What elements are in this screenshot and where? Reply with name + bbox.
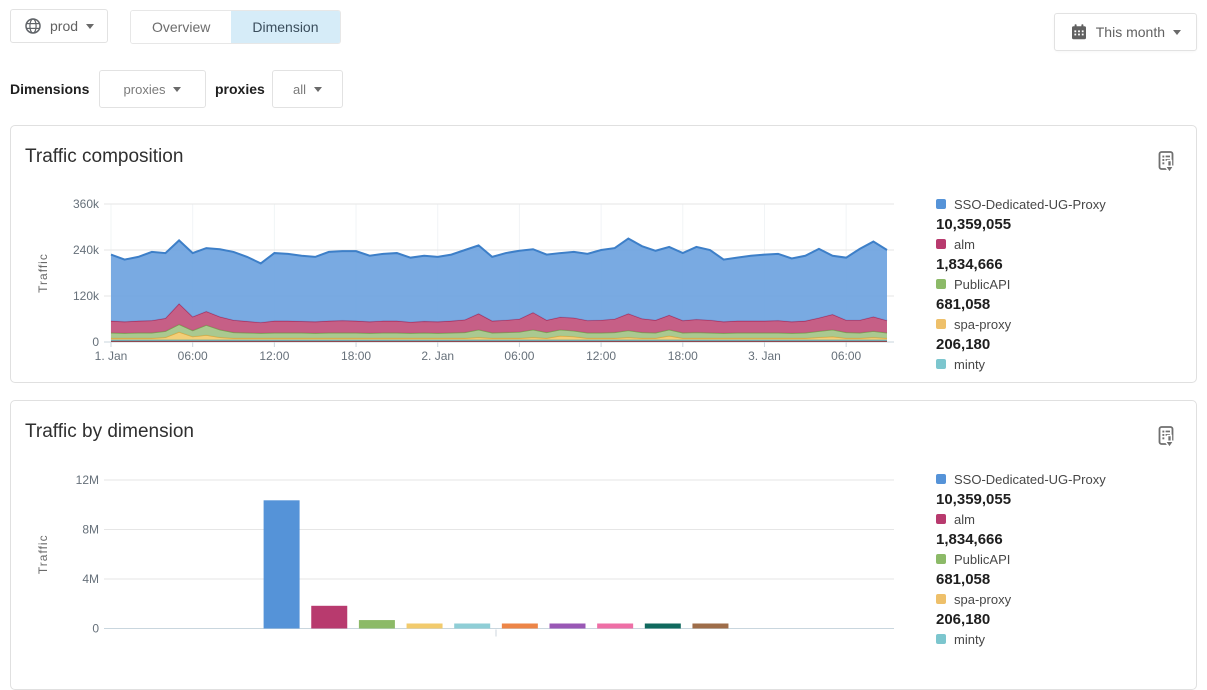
dimensions-section-label: Dimensions	[10, 81, 89, 97]
selected-dimension-label: proxies	[215, 81, 265, 97]
environment-select[interactable]: prod	[10, 9, 108, 43]
legend-label: PublicAPI	[954, 552, 1010, 567]
report-download-icon	[1155, 438, 1178, 453]
chevron-down-icon	[86, 24, 94, 29]
legend-swatch-icon	[936, 594, 946, 604]
tab-overview[interactable]: Overview	[131, 11, 231, 43]
legend-label: spa-proxy	[954, 592, 1011, 607]
date-range-select[interactable]: This month	[1054, 13, 1197, 51]
x-axis-tick-label: 06:00	[178, 349, 208, 363]
legend-swatch-icon	[936, 359, 946, 369]
legend-swatch-icon	[936, 279, 946, 289]
legend-label: minty	[954, 632, 985, 647]
y-axis-tick-label: 0	[92, 335, 99, 349]
bar-PublicAPI[interactable]	[359, 620, 395, 628]
legend-item-PublicAPI[interactable]: PublicAPI	[936, 274, 1191, 294]
bar-minty[interactable]	[454, 624, 490, 629]
chart-legend: SSO-Dedicated-UG-Proxy 10,359,055 alm 1,834…	[936, 469, 1191, 649]
y-axis-tick-label: 0	[92, 622, 99, 636]
bar-alm[interactable]	[311, 606, 347, 629]
legend-item-spa-proxy[interactable]: spa-proxy	[936, 589, 1191, 609]
bar-series-9[interactable]	[645, 624, 681, 629]
view-tabs: Overview Dimension	[130, 10, 341, 44]
legend-item-alm[interactable]: alm	[936, 234, 1191, 254]
chevron-down-icon	[173, 87, 181, 92]
legend-swatch-icon	[936, 474, 946, 484]
traffic-composition-card: Traffic composition 0120k240k360k1. Jan0…	[10, 125, 1197, 383]
y-axis-tick-label: 360k	[73, 197, 100, 211]
legend-label: alm	[954, 237, 975, 252]
x-axis-tick-label: 12:00	[586, 349, 616, 363]
legend-label: PublicAPI	[954, 277, 1010, 292]
legend-value: 681,058	[936, 569, 1191, 589]
x-axis-tick-label: 12:00	[259, 349, 289, 363]
chart-legend: SSO-Dedicated-UG-Proxy 10,359,055 alm 1,834…	[936, 194, 1191, 374]
legend-label: alm	[954, 512, 975, 527]
legend-swatch-icon	[936, 634, 946, 644]
legend-label: minty	[954, 357, 985, 372]
bar-spa-proxy[interactable]	[407, 624, 443, 629]
legend-item-PublicAPI[interactable]: PublicAPI	[936, 549, 1191, 569]
dimension-filter-value: all	[293, 82, 306, 97]
legend-item-spa-proxy[interactable]: spa-proxy	[936, 314, 1191, 334]
y-axis-tick-label: 120k	[73, 289, 100, 303]
legend-swatch-icon	[936, 199, 946, 209]
chevron-down-icon	[314, 87, 322, 92]
legend-label: spa-proxy	[954, 317, 1011, 332]
legend-label: SSO-Dedicated-UG-Proxy	[954, 197, 1106, 212]
y-axis-tick-label: 240k	[73, 243, 100, 257]
legend-value: 681,058	[936, 294, 1191, 314]
y-axis-tick-label: 12M	[76, 473, 99, 487]
legend-value: 1,834,666	[936, 529, 1191, 549]
dimension-type-select[interactable]: proxies	[99, 70, 206, 108]
x-axis-tick-label: 18:00	[341, 349, 371, 363]
export-report-button[interactable]	[1154, 425, 1178, 451]
x-axis-tick-label: 2. Jan	[421, 349, 454, 363]
legend-swatch-icon	[936, 514, 946, 524]
report-download-icon	[1155, 163, 1178, 178]
chevron-down-icon	[1173, 30, 1181, 35]
globe-icon	[24, 17, 42, 35]
legend-swatch-icon	[936, 319, 946, 329]
legend-item-SSO-Dedicated-UG-Proxy[interactable]: SSO-Dedicated-UG-Proxy	[936, 194, 1191, 214]
legend-value: 206,180	[936, 334, 1191, 354]
bar-series-10[interactable]	[692, 624, 728, 629]
legend-item-SSO-Dedicated-UG-Proxy[interactable]: SSO-Dedicated-UG-Proxy	[936, 469, 1191, 489]
bar-series-6[interactable]	[502, 624, 538, 629]
legend-label: SSO-Dedicated-UG-Proxy	[954, 472, 1106, 487]
bar-series-8[interactable]	[597, 624, 633, 629]
environment-label: prod	[50, 18, 78, 34]
legend-item-alm[interactable]: alm	[936, 509, 1191, 529]
traffic-composition-chart: 0 120k 240k 360k 1. Jan 06:00 12:00 18:00 2. Jan…	[11, 126, 931, 376]
dimension-filter-select[interactable]: all	[272, 70, 343, 108]
export-report-button[interactable]	[1154, 150, 1178, 176]
legend-value: 10,359,055	[936, 489, 1191, 509]
legend-swatch-icon	[936, 239, 946, 249]
x-axis-tick-label: 1. Jan	[95, 349, 128, 363]
x-axis-tick-label: 3. Jan	[748, 349, 781, 363]
bar-SSO-Dedicated-UG-Proxy[interactable]	[264, 500, 300, 628]
y-axis-title: Traffic	[36, 534, 50, 574]
bar-series-7[interactable]	[550, 624, 586, 629]
calendar-icon	[1070, 23, 1088, 41]
x-axis-tick-label: 06:00	[831, 349, 861, 363]
date-range-label: This month	[1096, 24, 1165, 40]
dimension-type-value: proxies	[124, 82, 166, 97]
traffic-by-dimension-card: Traffic by dimension 04M8M12MTraffic SSO…	[10, 400, 1197, 690]
tab-dimension[interactable]: Dimension	[231, 11, 339, 43]
legend-value: 1,834,666	[936, 254, 1191, 274]
traffic-by-dimension-chart: 0 4M 8M 12M Traffic	[11, 401, 931, 661]
legend-value: 206,180	[936, 609, 1191, 629]
legend-item-minty[interactable]: minty	[936, 354, 1191, 374]
analytics-dimension-page: { "topbar": { "env_label": "prod", "env_…	[0, 0, 1207, 666]
y-axis-title: Traffic	[36, 253, 50, 293]
x-axis-tick-label: 06:00	[504, 349, 534, 363]
y-axis-tick-label: 8M	[82, 523, 99, 537]
legend-item-minty[interactable]: minty	[936, 629, 1191, 649]
y-axis-tick-label: 4M	[82, 572, 99, 586]
legend-swatch-icon	[936, 554, 946, 564]
x-axis-tick-label: 18:00	[668, 349, 698, 363]
legend-value: 10,359,055	[936, 214, 1191, 234]
